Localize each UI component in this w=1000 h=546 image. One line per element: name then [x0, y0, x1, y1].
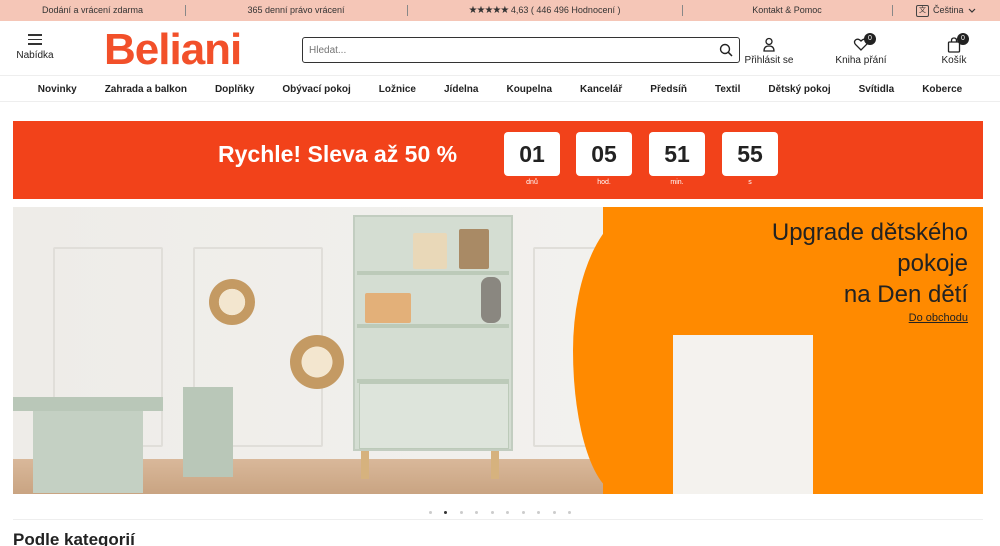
language-selector[interactable]: 文 Čeština [892, 0, 1000, 21]
language-label: Čeština [932, 5, 964, 15]
site-header: Nabídka Beliani Přihlásit se 0 Kniha přá… [0, 21, 1000, 76]
carousel-dot[interactable] [428, 511, 432, 515]
countdown-hours: 05 hod. [576, 132, 632, 186]
carousel-dot[interactable] [568, 511, 572, 515]
category-link[interactable]: Svítidla [859, 84, 895, 95]
drawer [359, 383, 509, 449]
chair [183, 387, 233, 477]
book [365, 293, 411, 323]
book [413, 233, 447, 269]
carousel-dot[interactable] [552, 511, 556, 515]
wishlist-label: Kniha přání [835, 55, 887, 66]
shopping-bag-icon: 0 [936, 33, 972, 55]
shelf-board [357, 324, 509, 328]
countdown-value: 01 [504, 132, 560, 176]
countdown-minutes: 51 min. [649, 132, 705, 186]
cart-count-badge: 0 [957, 33, 969, 45]
free-delivery-note[interactable]: Dodání a vrácení zdarma [0, 0, 185, 21]
countdown-days: 01 dnů [504, 132, 560, 186]
category-link[interactable]: Kancelář [580, 84, 622, 95]
sale-countdown-banner[interactable]: Rychle! Sleva až 50 % 01 dnů 05 hod. 51 … [13, 121, 983, 199]
top-info-bar: Dodání a vrácení zdarma 365 denní právo … [0, 0, 1000, 21]
carousel-dot[interactable] [459, 511, 463, 515]
shelf-leg [361, 451, 369, 479]
login-label: Přihlásit se [744, 55, 794, 66]
translate-icon: 文 [915, 4, 929, 17]
hero-title: Upgrade dětského pokoje na Den dětí [772, 217, 968, 310]
lion-decoration [209, 279, 255, 325]
hero-title-line: Upgrade dětského [771, 219, 968, 246]
section-title: Podle kategorií [13, 530, 135, 546]
carousel-dot[interactable] [506, 511, 510, 515]
user-icon [742, 37, 796, 55]
menu-label: Nabídka [16, 49, 54, 61]
window [673, 335, 813, 494]
carousel-dot[interactable] [490, 511, 494, 515]
login-button[interactable]: Přihlásit se [742, 37, 796, 66]
rating-text: 4,63 ( 446 496 Hodnocení ) [510, 5, 621, 15]
countdown-value: 55 [722, 132, 778, 176]
wishlist-count-badge: 0 [864, 33, 876, 45]
hero-title-line: pokoje [897, 250, 968, 277]
countdown-unit: s [748, 179, 752, 186]
menu-button[interactable]: Nabídka [14, 34, 56, 61]
search-input[interactable] [309, 44, 713, 56]
lion-decoration [290, 335, 344, 389]
return-policy-note[interactable]: 365 denní právo vrácení [185, 0, 407, 21]
category-link[interactable]: Textil [715, 84, 740, 95]
category-link[interactable]: Koberce [922, 84, 962, 95]
rating-summary[interactable]: ★★★★★ 4,63 ( 446 496 Hodnocení ) [407, 0, 682, 21]
category-link[interactable]: Zahrada a balkon [105, 84, 187, 95]
toy-cat [481, 277, 501, 323]
search-icon[interactable] [713, 38, 739, 62]
cart-label: Košík [941, 55, 967, 66]
countdown-unit: min. [670, 179, 684, 186]
carousel-dot[interactable] [475, 511, 479, 515]
carousel-dot[interactable] [521, 511, 525, 515]
heart-icon: 0 [830, 33, 892, 55]
chevron-down-icon [968, 8, 976, 13]
divider [13, 519, 983, 520]
hero-banner[interactable]: Upgrade dětského pokoje na Den dětí Do o… [13, 207, 983, 494]
contact-help-link[interactable]: Kontakt & Pomoc [682, 0, 892, 21]
shelf-board [357, 271, 509, 275]
countdown-unit: dnů [526, 179, 538, 186]
cart-button[interactable]: 0 Košík [936, 33, 972, 66]
wishlist-button[interactable]: 0 Kniha přání [830, 33, 892, 66]
rating-stars-icon: ★★★★★ [468, 5, 510, 16]
category-link[interactable]: Dětský pokoj [768, 84, 830, 95]
category-link[interactable]: Ložnice [379, 84, 416, 95]
book [459, 229, 489, 269]
search-bar [302, 37, 740, 63]
hamburger-icon [28, 34, 42, 45]
category-link[interactable]: Předsíň [650, 84, 687, 95]
carousel-dot-active[interactable] [444, 511, 448, 515]
countdown-seconds: 55 s [722, 132, 778, 186]
sale-headline: Rychle! Sleva až 50 % [218, 141, 458, 167]
category-link[interactable]: Jídelna [444, 84, 478, 95]
category-link[interactable]: Doplňky [215, 84, 254, 95]
shop-now-link[interactable]: Do obchodu [909, 312, 968, 324]
countdown-value: 05 [576, 132, 632, 176]
category-link[interactable]: Obývací pokoj [282, 84, 350, 95]
site-logo[interactable]: Beliani [104, 25, 242, 75]
table [33, 411, 143, 493]
countdown-unit: hod. [597, 179, 611, 186]
carousel-dot[interactable] [537, 511, 541, 515]
hero-title-line: na Den dětí [843, 281, 968, 308]
table [13, 397, 163, 411]
countdown-value: 51 [649, 132, 705, 176]
category-link[interactable]: Novinky [38, 84, 77, 95]
category-nav: Novinky Zahrada a balkon Doplňky Obývací… [0, 77, 1000, 102]
shelf-leg [491, 451, 499, 479]
category-link[interactable]: Koupelna [506, 84, 552, 95]
